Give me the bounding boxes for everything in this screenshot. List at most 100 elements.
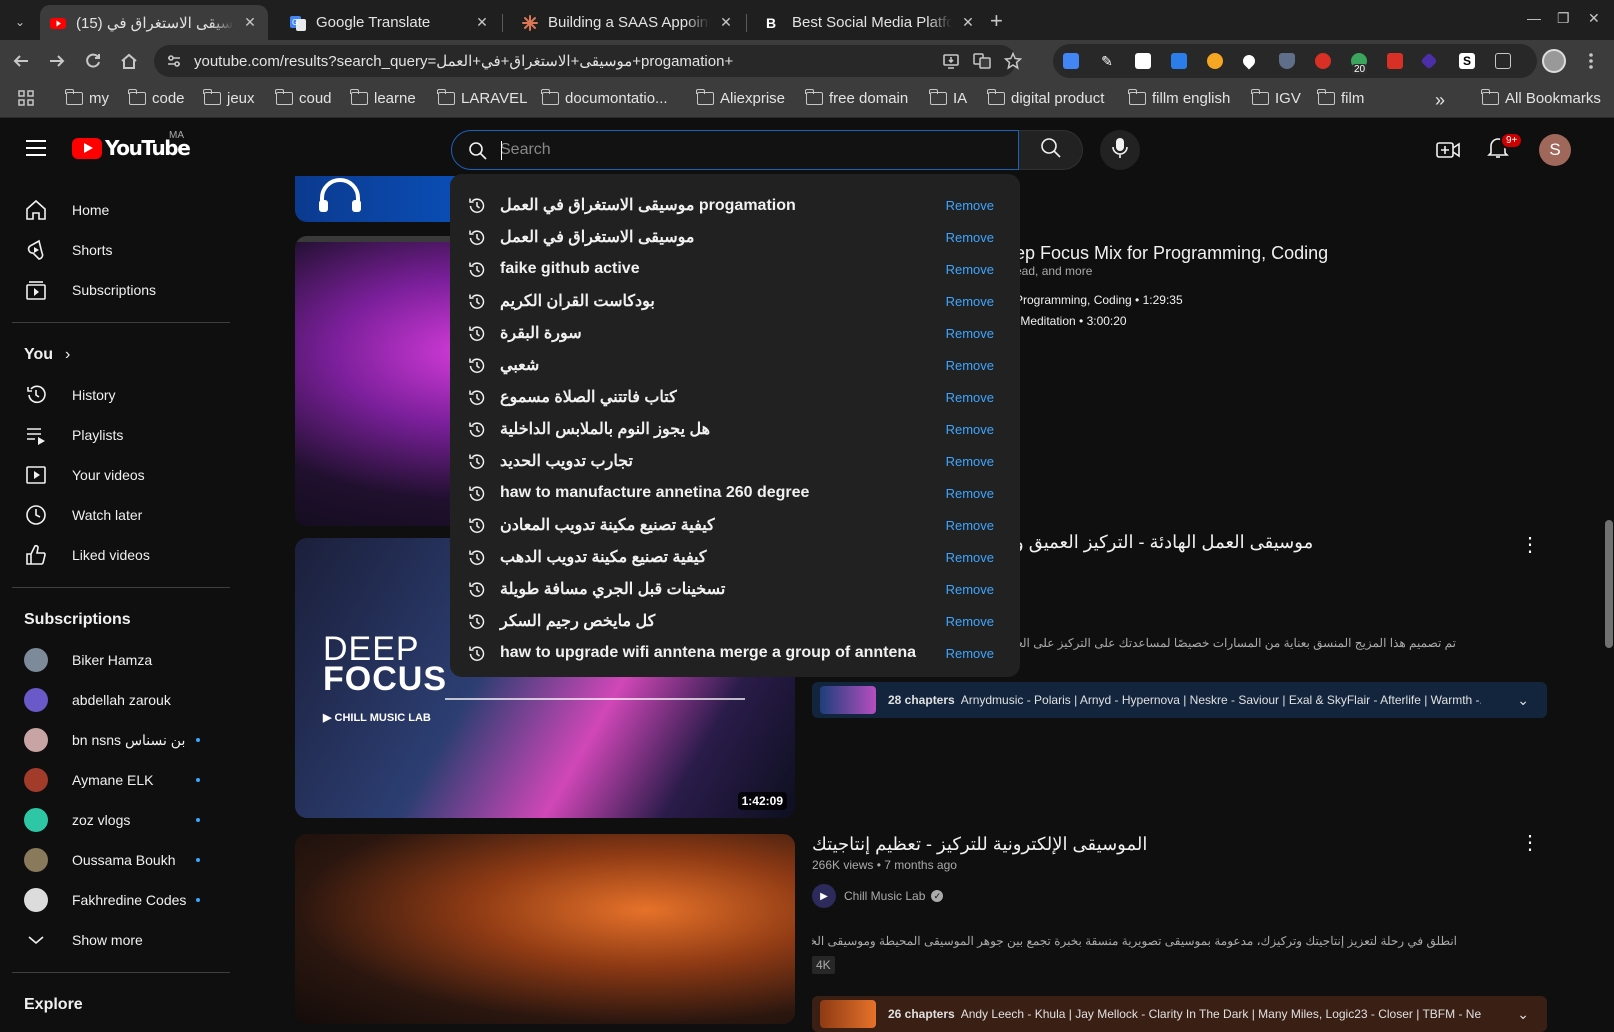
- search-suggestion-item[interactable]: faike github active Remove: [450, 253, 1020, 285]
- remove-suggestion-button[interactable]: Remove: [946, 262, 994, 277]
- all-bookmarks-folder[interactable]: All Bookmarks: [1481, 89, 1601, 107]
- mix-track-1[interactable]: Programming, Coding • 1:29:35: [1015, 293, 1183, 307]
- search-suggestion-item[interactable]: haw to manufacture annetina 260 degree Re…: [450, 477, 1020, 509]
- bookmark-folder[interactable]: documontatio...: [541, 89, 668, 107]
- red-circle-extension-icon[interactable]: [1315, 53, 1331, 69]
- youtube-logo[interactable]: YouTube MA: [72, 130, 191, 160]
- tab-search-chevron-icon[interactable]: ⌄: [6, 8, 34, 36]
- site-settings-icon[interactable]: [166, 53, 182, 69]
- profile-avatar-icon[interactable]: [1542, 49, 1566, 73]
- bookmark-folder[interactable]: jeux: [203, 89, 255, 107]
- subscription-item[interactable]: abdellah zarouk: [12, 680, 230, 720]
- close-tab-icon[interactable]: ✕: [474, 14, 490, 31]
- search-suggestion-item[interactable]: موسيقى الاستغراق في العمل Remove: [450, 221, 1020, 253]
- remove-suggestion-button[interactable]: Remove: [946, 550, 994, 565]
- search-suggestion-item[interactable]: هل يجوز النوم بالملابس الداخلية Remove: [450, 413, 1020, 445]
- subscription-item[interactable]: bn nsns بن نسناس: [12, 720, 230, 760]
- browser-menu-icon[interactable]: [1580, 50, 1602, 72]
- puzzle-extensions-icon[interactable]: [1495, 53, 1511, 69]
- shield-extension-icon[interactable]: [1279, 53, 1295, 69]
- search-suggestion-item[interactable]: كيفية تصنيع مكينة تدويب المعادن Remove: [450, 509, 1020, 541]
- minimize-window-icon[interactable]: —: [1527, 10, 1541, 26]
- sidebar-show-more[interactable]: Show more: [12, 920, 230, 960]
- more-actions-icon[interactable]: ⋮: [1520, 830, 1540, 855]
- search-suggestion-item[interactable]: تسخينات قبل الجري مسافة طويلة Remove: [450, 573, 1020, 605]
- remove-suggestion-button[interactable]: Remove: [946, 358, 994, 373]
- bookmark-folder[interactable]: digital product: [987, 89, 1104, 107]
- sidebar-you-section[interactable]: You ›: [12, 335, 230, 375]
- subscription-item[interactable]: Oussama Boukh: [12, 840, 230, 880]
- chevron-down-icon[interactable]: ⌄: [1517, 692, 1529, 709]
- sidebar-item-shorts[interactable]: Shorts: [12, 230, 230, 270]
- ublock-extension-icon[interactable]: [1387, 53, 1403, 69]
- search-suggestion-item[interactable]: haw to upgrade wifi anntena merge a grou…: [450, 637, 1020, 669]
- fi-extension-icon[interactable]: [1171, 53, 1187, 69]
- translate-page-icon[interactable]: [971, 50, 993, 72]
- subscription-item[interactable]: Biker Hamza: [12, 640, 230, 680]
- forward-arrow-icon[interactable]: [46, 50, 68, 72]
- video2-channel[interactable]: ▶ Chill Music Lab ✓: [812, 884, 944, 908]
- close-tab-icon[interactable]: ✕: [960, 14, 976, 31]
- voice-search-button[interactable]: [1100, 130, 1140, 170]
- bookmark-folder[interactable]: film: [1317, 89, 1364, 107]
- remove-suggestion-button[interactable]: Remove: [946, 518, 994, 533]
- sidebar-item-history[interactable]: History: [12, 375, 230, 415]
- chevron-down-icon[interactable]: ⌄: [1517, 1006, 1529, 1023]
- apps-grid-icon[interactable]: [18, 90, 34, 106]
- search-suggestion-item[interactable]: كيفية تصنيع مكينة تدويب الدهب Remove: [450, 541, 1020, 573]
- home-icon[interactable]: [118, 50, 140, 72]
- remove-suggestion-button[interactable]: Remove: [946, 646, 994, 661]
- remove-suggestion-button[interactable]: Remove: [946, 230, 994, 245]
- orange-extension-icon[interactable]: [1207, 53, 1223, 69]
- close-tab-icon[interactable]: ✕: [718, 14, 734, 31]
- b-extension-icon[interactable]: [1135, 53, 1151, 69]
- eyedropper-extension-icon[interactable]: ✎: [1099, 53, 1115, 69]
- search-suggestion-item[interactable]: تجارب تدويب الحديد Remove: [450, 445, 1020, 477]
- more-actions-icon[interactable]: ⋮: [1520, 532, 1540, 557]
- reload-icon[interactable]: [82, 50, 104, 72]
- remove-suggestion-button[interactable]: Remove: [946, 486, 994, 501]
- sidebar-item-watch-later[interactable]: Watch later: [12, 495, 230, 535]
- tab-youtube[interactable]: (15) موسيقى الاستغراق في ✕: [40, 5, 268, 40]
- mix-title[interactable]: ep Focus Mix for Programming, Coding: [1015, 243, 1328, 264]
- remove-suggestion-button[interactable]: Remove: [946, 582, 994, 597]
- back-arrow-icon[interactable]: [10, 50, 32, 72]
- bookmark-folder[interactable]: LARAVEL: [437, 89, 527, 107]
- mix-track-2[interactable]: ‹ Meditation • 3:00:20: [1013, 314, 1127, 328]
- bookmark-folder[interactable]: my: [65, 89, 109, 107]
- bookmark-folder[interactable]: free domain: [805, 89, 908, 107]
- bookmark-folder[interactable]: Aliexprise: [696, 89, 785, 107]
- sidebar-item-playlists[interactable]: Playlists: [12, 415, 230, 455]
- remove-suggestion-button[interactable]: Remove: [946, 198, 994, 213]
- remove-suggestion-button[interactable]: Remove: [946, 390, 994, 405]
- search-suggestion-item[interactable]: سورة البقرة Remove: [450, 317, 1020, 349]
- purple-extension-icon[interactable]: [1420, 52, 1438, 70]
- bookmark-folder[interactable]: IGV: [1251, 89, 1301, 107]
- bookmark-folder[interactable]: fillm english: [1128, 89, 1230, 107]
- sidebar-item-your-videos[interactable]: Your videos: [12, 455, 230, 495]
- bookmark-folder[interactable]: learne: [350, 89, 416, 107]
- bookmark-folder[interactable]: IA: [929, 89, 967, 107]
- create-video-icon[interactable]: [1436, 138, 1460, 167]
- search-button[interactable]: [1019, 130, 1083, 170]
- remove-suggestion-button[interactable]: Remove: [946, 326, 994, 341]
- remove-suggestion-button[interactable]: Remove: [946, 614, 994, 629]
- search-suggestion-item[interactable]: بودكاست القران الكريم Remove: [450, 285, 1020, 317]
- google-translate-extension-icon[interactable]: [1063, 53, 1079, 69]
- search-input[interactable]: Search: [451, 130, 1019, 170]
- subscription-item[interactable]: Fakhredine Codes: [12, 880, 230, 920]
- remove-suggestion-button[interactable]: Remove: [946, 454, 994, 469]
- remove-suggestion-button[interactable]: Remove: [946, 422, 994, 437]
- video2-title[interactable]: الموسيقى الإلكترونية للتركيز - تعظيم إنت…: [812, 834, 1147, 855]
- restore-window-icon[interactable]: ❐: [1557, 10, 1570, 27]
- video1-chapters[interactable]: 28 chapters Arnydmusic - Polaris | Arnyd…: [812, 682, 1547, 718]
- location-pin-extension-icon[interactable]: [1240, 52, 1258, 70]
- search-suggestion-item[interactable]: شعبي Remove: [450, 349, 1020, 381]
- tab-building-saas[interactable]: Building a SAAS Appoint ✕: [512, 5, 744, 40]
- bookmarks-overflow-chevron-icon[interactable]: »: [1435, 90, 1445, 111]
- guide-menu-icon[interactable]: [26, 140, 46, 161]
- close-tab-icon[interactable]: ✕: [242, 14, 258, 31]
- sidebar-item-subscriptions[interactable]: Subscriptions: [12, 270, 230, 310]
- search-suggestion-item[interactable]: كل مايخص رجيم السكر Remove: [450, 605, 1020, 637]
- account-avatar[interactable]: S: [1539, 134, 1571, 166]
